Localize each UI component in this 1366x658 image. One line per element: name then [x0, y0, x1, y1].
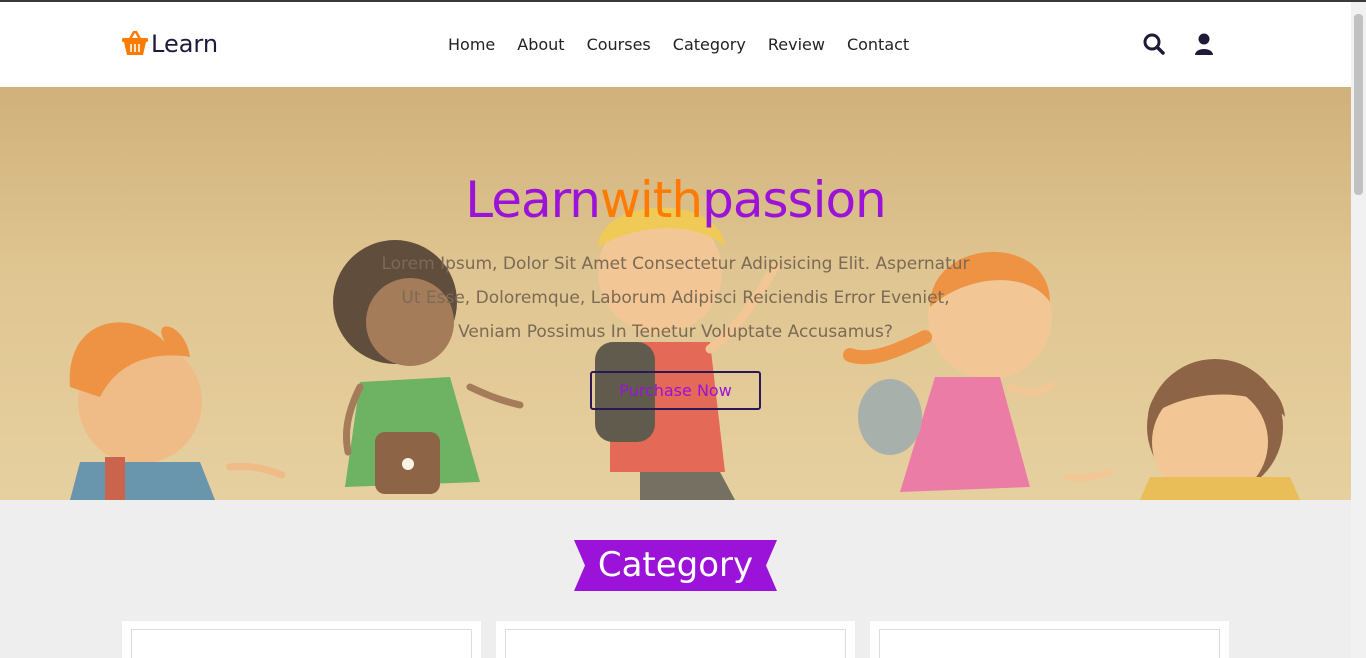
main-nav: Home About Courses Category Review Conta…	[448, 35, 909, 54]
hero-description: Lorem Ipsum, Dolor Sit Amet Consectetur …	[381, 254, 970, 342]
nav-courses[interactable]: Courses	[587, 35, 651, 54]
category-card[interactable]	[496, 621, 855, 658]
page-scrollbar[interactable]	[1351, 2, 1366, 658]
nav-review[interactable]: Review	[768, 35, 825, 54]
nav-home[interactable]: Home	[448, 35, 495, 54]
nav-category[interactable]: Category	[673, 35, 746, 54]
header-actions	[1143, 32, 1215, 56]
category-title: Category	[597, 545, 754, 585]
hero-title-part2: with	[600, 171, 703, 229]
logo-text: Learn	[151, 30, 219, 58]
purchase-now-button[interactable]: Purchase Now	[590, 371, 761, 410]
category-card[interactable]	[870, 621, 1229, 658]
hero-banner: Learnwithpassion Lorem Ipsum, Dolor Sit …	[0, 87, 1351, 500]
card-frame	[131, 629, 472, 658]
category-heading: Category	[574, 540, 777, 591]
site-header: Learn Home About Courses Category Review…	[0, 2, 1351, 87]
card-frame	[879, 629, 1220, 658]
logo[interactable]: Learn	[121, 28, 218, 60]
nav-contact[interactable]: Contact	[847, 35, 909, 54]
user-icon[interactable]	[1193, 32, 1215, 56]
hero-content: Learnwithpassion Lorem Ipsum, Dolor Sit …	[0, 171, 1351, 410]
category-card[interactable]	[122, 621, 481, 658]
search-icon[interactable]	[1143, 32, 1165, 56]
hero-title-part3: passion	[702, 171, 887, 229]
card-frame	[505, 629, 846, 658]
hero-title-part1: Learn	[465, 171, 601, 229]
scrollbar-thumb[interactable]	[1354, 14, 1363, 195]
basket-icon	[121, 28, 149, 60]
hero-title: Learnwithpassion	[0, 171, 1351, 229]
nav-about[interactable]: About	[517, 35, 564, 54]
